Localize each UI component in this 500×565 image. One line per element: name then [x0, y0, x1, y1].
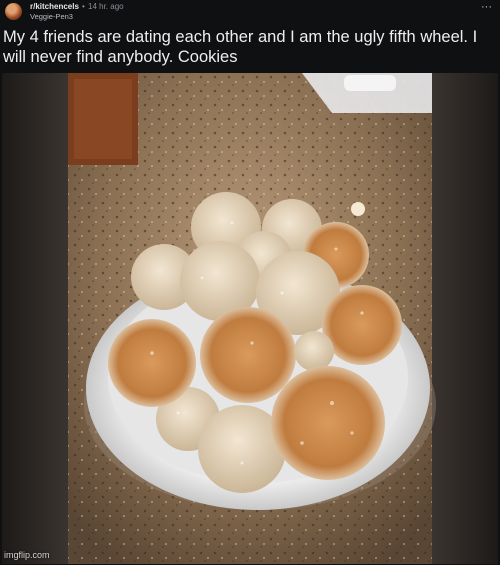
reddit-post: r/kitchencels • 14 hr. ago Veggie-Pen3 ·…	[0, 0, 500, 565]
author-link[interactable]: Veggie-Pen3	[30, 12, 73, 21]
post-title[interactable]: My 4 friends are dating each other and I…	[3, 27, 495, 67]
post-image[interactable]	[2, 73, 498, 564]
separator-dot: •	[82, 2, 85, 11]
cookie-bowl-photo	[2, 73, 498, 564]
more-options-icon[interactable]: ···	[481, 1, 492, 13]
post-header: r/kitchencels • 14 hr. ago Veggie-Pen3 ·…	[0, 0, 500, 22]
subreddit-avatar[interactable]	[5, 3, 22, 20]
subreddit-link[interactable]: r/kitchencels	[30, 2, 79, 11]
imgflip-watermark: imgflip.com	[4, 550, 50, 560]
post-timestamp: 14 hr. ago	[88, 2, 124, 11]
